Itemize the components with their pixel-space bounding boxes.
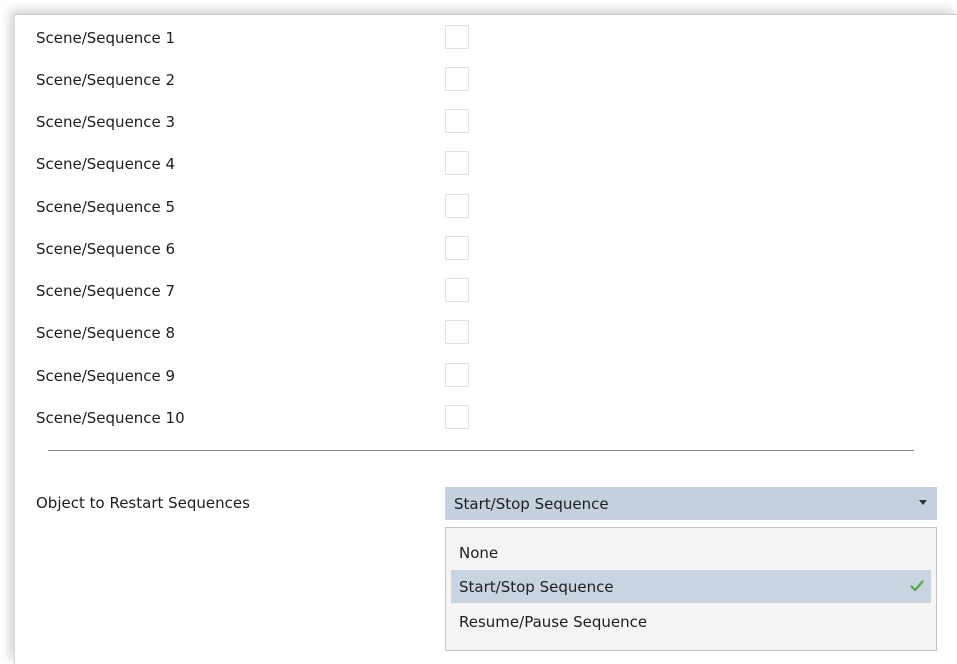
scene-row: Scene/Sequence 10 (36, 407, 185, 429)
scene-label: Scene/Sequence 10 (36, 409, 185, 427)
scene-row: Scene/Sequence 9 (36, 365, 175, 387)
scene-row: Scene/Sequence 7 (36, 280, 175, 302)
scene-checkbox[interactable] (445, 278, 469, 302)
scene-checkbox[interactable] (445, 67, 469, 91)
dropdown-selected-value: Start/Stop Sequence (454, 494, 609, 513)
scene-label: Scene/Sequence 2 (36, 71, 176, 89)
scene-label: Scene/Sequence 8 (36, 324, 176, 342)
option-label: None (459, 543, 499, 562)
scene-row: Scene/Sequence 3 (36, 111, 175, 133)
scene-checkbox[interactable] (445, 151, 469, 175)
scene-row: Scene/Sequence 5 (36, 196, 175, 218)
scene-label: Scene/Sequence 5 (36, 198, 176, 216)
chevron-down-icon[interactable] (919, 500, 927, 505)
scene-checkbox[interactable] (445, 109, 469, 133)
scene-checkbox[interactable] (445, 236, 469, 260)
scene-row: Scene/Sequence 4 (36, 153, 175, 175)
scene-label: Scene/Sequence 3 (36, 113, 176, 131)
section-divider (48, 450, 914, 451)
scene-checkbox[interactable] (445, 194, 469, 218)
scene-checkbox[interactable] (445, 320, 469, 344)
restart-object-label: Object to Restart Sequences (36, 494, 250, 512)
scene-label: Scene/Sequence 6 (36, 240, 176, 258)
scene-label: Scene/Sequence 9 (36, 367, 176, 385)
restart-object-dropdown[interactable]: Start/Stop Sequence (445, 487, 937, 520)
option-label: Start/Stop Sequence (459, 577, 614, 596)
dropdown-option-start-stop[interactable]: Start/Stop Sequence (451, 570, 931, 603)
dropdown-option-resume-pause[interactable]: Resume/Pause Sequence (451, 605, 931, 638)
scene-row: Scene/Sequence 8 (36, 322, 175, 344)
scene-checkbox[interactable] (445, 363, 469, 387)
dropdown-option-none[interactable]: None (451, 536, 931, 569)
scene-checkbox[interactable] (445, 25, 469, 49)
dropdown-options-list: None Start/Stop Sequence Resume/Pause Se… (445, 527, 937, 651)
option-label: Resume/Pause Sequence (459, 612, 648, 631)
scene-row: Scene/Sequence 2 (36, 69, 175, 91)
scene-label: Scene/Sequence 1 (36, 29, 176, 47)
scene-checkbox[interactable] (445, 405, 469, 429)
scene-label: Scene/Sequence 7 (36, 282, 176, 300)
scene-label: Scene/Sequence 4 (36, 155, 176, 173)
checkmark-icon (910, 580, 924, 592)
scene-row: Scene/Sequence 1 (36, 27, 175, 49)
scene-row: Scene/Sequence 6 (36, 238, 175, 260)
